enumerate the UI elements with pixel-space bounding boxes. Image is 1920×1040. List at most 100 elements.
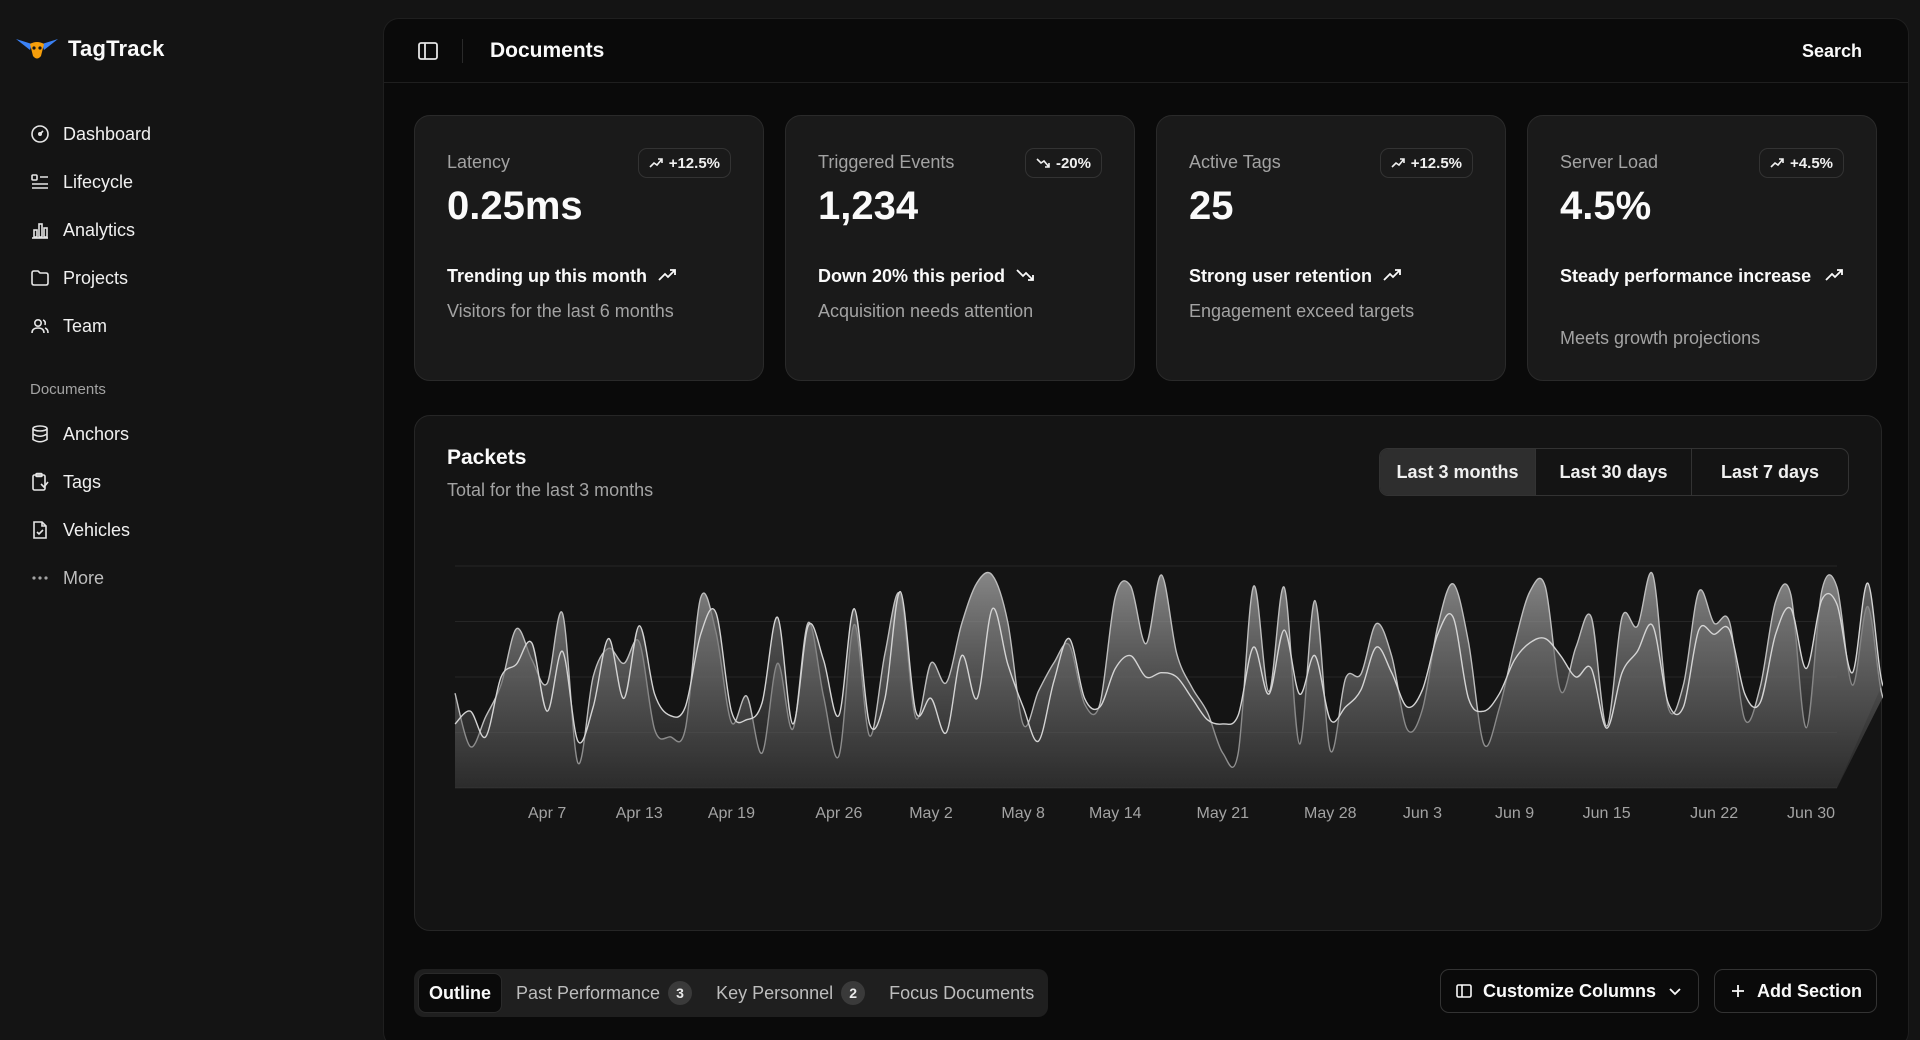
chevron-down-icon xyxy=(1669,988,1681,996)
view-tabs: Outline Past Performance 3 Key Personnel… xyxy=(414,969,1049,1017)
sidebar-toggle-icon[interactable] xyxy=(416,39,440,63)
metric-card-active-tags: Active Tags +12.5% 25 Strong user retent… xyxy=(1156,115,1506,381)
sidebar-item-label: Lifecycle xyxy=(63,171,134,192)
card-subtext: Acquisition needs attention xyxy=(818,301,1034,321)
bar-chart-icon xyxy=(32,223,48,239)
card-value: 4.5% xyxy=(1560,184,1652,228)
trending-down-icon xyxy=(1036,158,1050,168)
x-tick-label: May 14 xyxy=(1089,805,1142,822)
x-tick-label: Apr 7 xyxy=(528,805,566,822)
trending-down-icon xyxy=(1016,269,1034,281)
x-tick-label: Apr 19 xyxy=(708,805,755,822)
gauge-icon xyxy=(31,125,49,143)
x-tick-label: Jun 3 xyxy=(1403,805,1442,822)
card-subtext: Meets growth projections xyxy=(1560,328,1761,348)
card-label: Active Tags xyxy=(1189,152,1281,172)
sidebar-item-more[interactable]: More xyxy=(30,554,360,602)
sidebar-item-anchors[interactable]: Anchors xyxy=(30,410,360,458)
x-tick-label: May 2 xyxy=(909,805,953,822)
card-footer: Steady performance increase xyxy=(1560,263,1844,290)
tagtrack-logo-icon xyxy=(16,39,58,59)
sidebar-item-label: More xyxy=(63,567,105,588)
sidebar-item-label: Dashboard xyxy=(63,123,152,144)
trending-up-icon xyxy=(1825,269,1843,281)
tab-outline[interactable]: Outline xyxy=(418,973,502,1013)
x-tick-label: May 8 xyxy=(1001,805,1045,822)
chart-subtitle: Total for the last 3 months xyxy=(447,480,654,500)
tab-past-performance[interactable]: Past Performance 3 xyxy=(506,973,702,1013)
card-footer: Strong user retention xyxy=(1189,263,1473,290)
trending-up-icon xyxy=(1770,158,1784,168)
range-last-7-days[interactable]: Last 7 days xyxy=(1692,449,1848,495)
chart-areas xyxy=(454,571,1883,788)
brand-name: TagTrack xyxy=(68,36,165,61)
chart-x-axis: Apr 7 Apr 13 Apr 19 Apr 26 May 2 May 8 May 14 M… xyxy=(528,805,1835,822)
sidebar: TagTrack Dashboard Lifecycle Analytics P… xyxy=(0,0,383,1040)
columns-icon xyxy=(1456,984,1472,998)
dots-icon xyxy=(32,576,48,580)
sidebar-item-label: Tags xyxy=(63,471,102,492)
x-tick-label: May 21 xyxy=(1197,805,1250,822)
card-label: Server Load xyxy=(1560,152,1659,172)
range-last-3-months[interactable]: Last 3 months xyxy=(1380,449,1536,495)
card-footer: Down 20% this period xyxy=(818,263,1102,290)
sidebar-item-tags[interactable]: Tags xyxy=(30,458,360,506)
list-icon xyxy=(31,174,48,189)
x-tick-label: Apr 26 xyxy=(815,805,862,822)
clipboard-icon xyxy=(32,472,49,491)
card-subtext: Visitors for the last 6 months xyxy=(447,301,674,321)
main-panel: Documents Search Latency +12.5% 0.25ms T… xyxy=(383,18,1909,1040)
sidebar-item-vehicles[interactable]: Vehicles xyxy=(30,506,360,554)
x-tick-label: Jun 15 xyxy=(1583,805,1631,822)
packets-area-chart: Apr 7 Apr 13 Apr 19 Apr 26 May 2 May 8 May 14 M… xyxy=(454,565,1883,822)
trend-badge: +12.5% xyxy=(1379,148,1473,178)
x-tick-label: Jun 30 xyxy=(1787,805,1835,822)
sidebar-item-label: Team xyxy=(63,315,108,336)
sidebar-item-team[interactable]: Team xyxy=(30,302,360,350)
card-label: Latency xyxy=(447,152,511,172)
trend-badge: +12.5% xyxy=(637,148,731,178)
tab-key-personnel[interactable]: Key Personnel 2 xyxy=(706,973,875,1013)
card-value: 1,234 xyxy=(818,184,919,228)
trending-up-icon xyxy=(1383,269,1401,281)
sidebar-item-lifecycle[interactable]: Lifecycle xyxy=(30,158,360,206)
file-icon xyxy=(33,521,47,539)
x-tick-label: Apr 13 xyxy=(616,805,663,822)
packets-chart-card: Packets Total for the last 3 months Last… xyxy=(414,415,1883,931)
trending-up-icon xyxy=(649,158,663,168)
documents-section-label: Documents xyxy=(30,381,106,398)
metric-card-triggered-events: Triggered Events -20% 1,234 Down 20% thi… xyxy=(785,115,1135,381)
x-tick-label: Jun 22 xyxy=(1690,805,1738,822)
range-last-30-days[interactable]: Last 30 days xyxy=(1536,449,1692,495)
tab-focus-documents[interactable]: Focus Documents xyxy=(879,973,1044,1013)
search-button[interactable]: Search xyxy=(1802,41,1862,62)
brand[interactable]: TagTrack xyxy=(14,36,165,62)
database-icon xyxy=(32,425,48,443)
top-bar: Documents Search xyxy=(384,19,1908,83)
sidebar-item-label: Vehicles xyxy=(63,519,131,540)
card-subtext: Engagement exceed targets xyxy=(1189,301,1415,321)
x-tick-label: May 28 xyxy=(1304,805,1357,822)
customize-columns-button[interactable]: Customize Columns xyxy=(1440,969,1700,1013)
trending-up-icon xyxy=(658,269,676,281)
sidebar-item-analytics[interactable]: Analytics xyxy=(30,206,360,254)
sidebar-item-projects[interactable]: Projects xyxy=(30,254,360,302)
plus-icon xyxy=(1732,985,1744,997)
count-badge: 2 xyxy=(841,981,866,1005)
topbar-divider xyxy=(462,39,463,63)
range-selector: Last 3 months Last 30 days Last 7 days xyxy=(1379,448,1849,496)
sidebar-item-dashboard[interactable]: Dashboard xyxy=(30,110,360,158)
x-tick-label: Jun 9 xyxy=(1495,805,1534,822)
sidebar-item-label: Projects xyxy=(63,267,129,288)
users-icon xyxy=(31,318,49,334)
card-value: 0.25ms xyxy=(447,184,583,228)
card-label: Triggered Events xyxy=(818,152,955,172)
trending-up-icon xyxy=(1391,158,1405,168)
main-nav: Dashboard Lifecycle Analytics Projects T… xyxy=(30,110,360,350)
add-section-button[interactable]: Add Section xyxy=(1714,969,1878,1013)
sidebar-item-label: Analytics xyxy=(63,219,136,240)
chart-title: Packets xyxy=(447,446,527,469)
trend-badge: -20% xyxy=(1024,148,1102,178)
folder-icon xyxy=(31,270,49,286)
count-badge: 3 xyxy=(668,981,693,1005)
